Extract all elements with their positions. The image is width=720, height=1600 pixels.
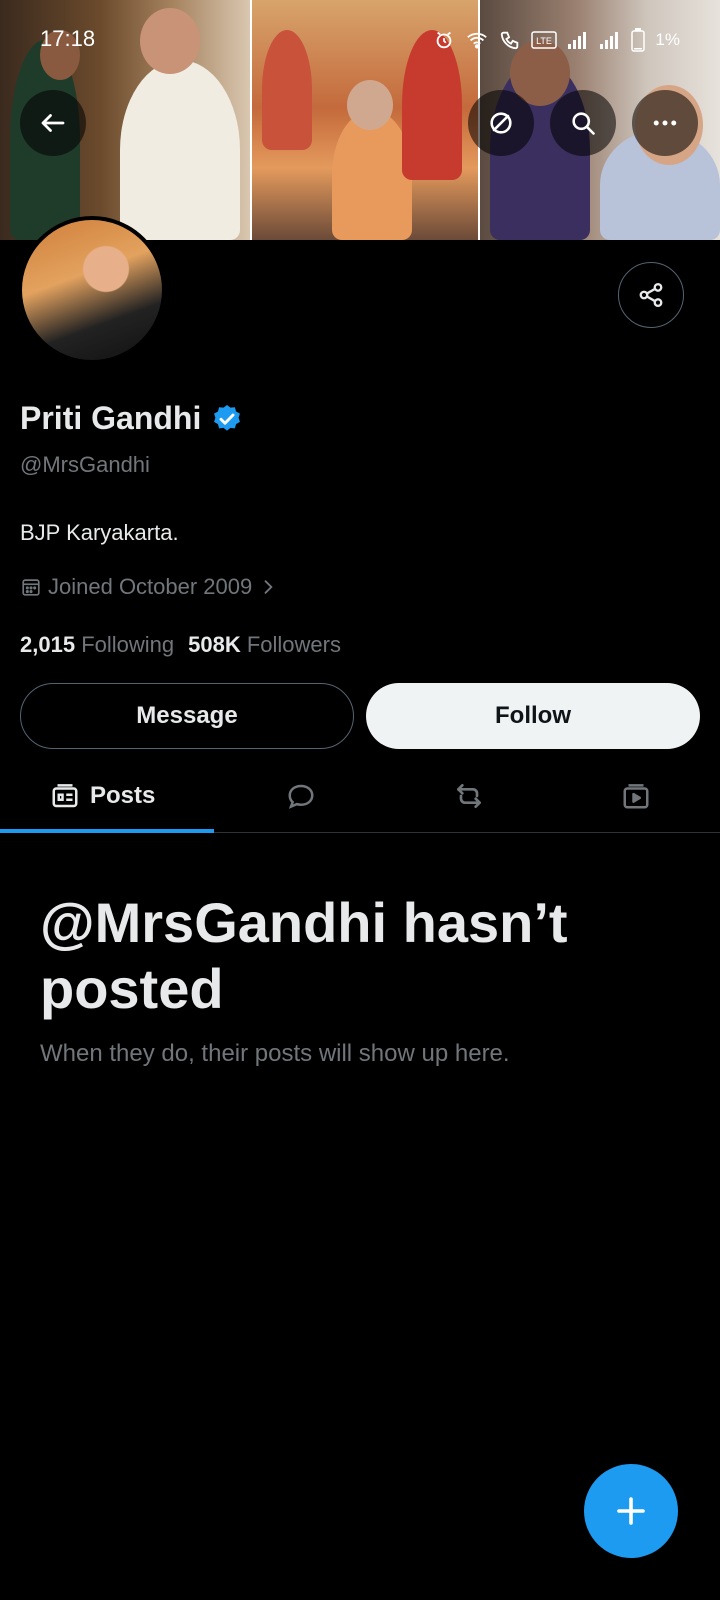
profile-name: Priti Gandhi bbox=[20, 400, 202, 436]
battery-icon bbox=[631, 28, 646, 52]
repost-icon bbox=[456, 784, 481, 808]
profile-bio: BJP Karyakarta. bbox=[20, 520, 179, 545]
plus-icon bbox=[617, 1497, 645, 1525]
following-count: 2,015 bbox=[20, 632, 76, 657]
follow-button[interactable]: Follow bbox=[366, 683, 700, 749]
share-icon bbox=[639, 282, 663, 308]
header-banner[interactable]: 17:18 LTE 1% bbox=[0, 0, 720, 240]
alarm-icon bbox=[437, 31, 452, 49]
follow-stats: 2,015 Following 508K Followers bbox=[20, 632, 341, 658]
share-button[interactable] bbox=[618, 262, 684, 328]
battery-percent: 1% bbox=[655, 30, 680, 49]
more-icon bbox=[653, 120, 677, 126]
message-button[interactable]: Message bbox=[20, 683, 354, 749]
tab-posts-label: Posts bbox=[90, 782, 156, 809]
status-bar: 17:18 LTE 1% bbox=[0, 0, 720, 80]
call-icon bbox=[501, 31, 519, 50]
profile-handle: @MrsGandhi bbox=[20, 452, 150, 477]
avatar[interactable] bbox=[18, 216, 166, 364]
verified-badge-icon[interactable] bbox=[211, 403, 243, 435]
joined-date[interactable]: Joined October 2009 bbox=[20, 574, 278, 600]
calendar-icon bbox=[22, 579, 40, 596]
profile-name-row: Priti Gandhi bbox=[20, 400, 243, 437]
following-label: Following bbox=[81, 632, 175, 657]
search-icon bbox=[572, 112, 595, 135]
back-button[interactable] bbox=[20, 90, 86, 156]
signal-icon bbox=[568, 32, 587, 49]
status-icons: LTE 1% bbox=[433, 28, 680, 52]
tab-reposts[interactable] bbox=[385, 760, 553, 832]
tab-posts[interactable]: Posts bbox=[0, 760, 218, 833]
empty-state-title: @MrsGandhi hasn’t posted bbox=[40, 891, 568, 1020]
media-icon bbox=[623, 784, 649, 809]
followers-label: Followers bbox=[246, 632, 341, 657]
followers-link[interactable]: 508K Followers bbox=[188, 632, 341, 658]
svg-text:LTE: LTE bbox=[537, 36, 553, 46]
posts-icon bbox=[52, 784, 78, 808]
more-button[interactable] bbox=[632, 90, 698, 156]
search-button[interactable] bbox=[550, 90, 616, 156]
chevron-right-icon bbox=[264, 580, 273, 594]
joined-label: Joined October 2009 bbox=[48, 574, 253, 599]
compose-button[interactable] bbox=[584, 1464, 678, 1558]
tab-media[interactable] bbox=[553, 760, 720, 832]
arrow-left-icon bbox=[41, 114, 65, 132]
sync-button[interactable] bbox=[468, 90, 534, 156]
wifi-icon bbox=[467, 32, 488, 49]
profile-tabs: Posts bbox=[0, 760, 720, 833]
volte-icon: LTE bbox=[531, 31, 558, 49]
status-time: 17:18 bbox=[40, 26, 96, 51]
reply-icon bbox=[288, 784, 314, 809]
tab-replies[interactable] bbox=[218, 760, 386, 832]
following-link[interactable]: 2,015 Following bbox=[20, 632, 174, 658]
signal-icon bbox=[600, 32, 619, 49]
empty-state-subtitle: When they do, their posts will show up h… bbox=[40, 1040, 510, 1067]
followers-count: 508K bbox=[188, 632, 241, 657]
sync-icon bbox=[490, 112, 512, 134]
